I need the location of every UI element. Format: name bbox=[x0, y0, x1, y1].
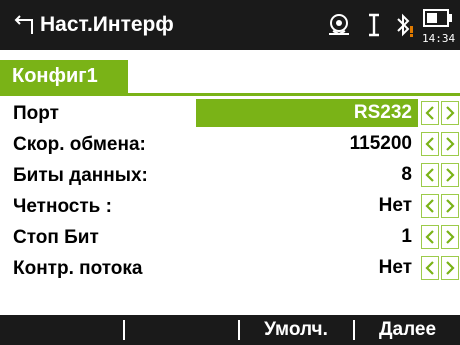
row-value: 115200 bbox=[349, 133, 412, 154]
tab-strip: Конфиг1 bbox=[0, 60, 460, 96]
row-baud-rate[interactable]: Скор. обмена: 115200 bbox=[0, 130, 460, 160]
row-parity[interactable]: Четность : Нет bbox=[0, 192, 460, 222]
prev-value-button[interactable] bbox=[421, 256, 439, 280]
row-label: Биты данных: bbox=[13, 165, 148, 186]
value-field-flow-control[interactable]: Нет bbox=[196, 254, 418, 282]
prev-value-button[interactable] bbox=[421, 132, 439, 156]
value-field-baud-rate[interactable]: 115200 bbox=[196, 130, 418, 158]
row-value: 8 bbox=[401, 164, 412, 185]
row-data-bits[interactable]: Биты данных: 8 bbox=[0, 161, 460, 191]
chevron-right-icon bbox=[446, 137, 455, 151]
row-label: Стоп Бит bbox=[13, 227, 99, 248]
value-field-parity[interactable]: Нет bbox=[196, 192, 418, 220]
row-value: Нет bbox=[378, 195, 412, 216]
chevron-left-icon bbox=[425, 106, 434, 120]
row-value: 1 bbox=[401, 226, 412, 247]
defaults-button[interactable]: Умолч. bbox=[240, 315, 352, 345]
prev-value-button[interactable] bbox=[421, 101, 439, 125]
row-label: Порт bbox=[13, 103, 59, 124]
softkey-f2[interactable] bbox=[125, 315, 237, 345]
row-label: Контр. потока bbox=[13, 258, 143, 279]
chevron-left-icon bbox=[425, 168, 434, 182]
next-value-button[interactable] bbox=[441, 194, 459, 218]
title-bar: Наст.Интерф 14:34 bbox=[0, 0, 460, 50]
gps-icon bbox=[329, 14, 349, 36]
page-title: Наст.Интерф bbox=[40, 13, 174, 36]
clock: 14:34 bbox=[422, 32, 456, 45]
next-value-button[interactable] bbox=[441, 132, 459, 156]
softkey-bar: Умолч. Далее bbox=[0, 315, 460, 345]
value-field-data-bits[interactable]: 8 bbox=[196, 161, 418, 189]
row-stop-bits[interactable]: Стоп Бит 1 bbox=[0, 223, 460, 253]
row-flow-control[interactable]: Контр. потока Нет bbox=[0, 254, 460, 284]
chevron-left-icon bbox=[425, 261, 434, 275]
value-field-stop-bits[interactable]: 1 bbox=[196, 223, 418, 251]
next-value-button[interactable] bbox=[441, 256, 459, 280]
bluetooth-icon bbox=[397, 13, 413, 37]
row-label: Четность : bbox=[13, 196, 112, 217]
softkey-f1[interactable] bbox=[0, 315, 122, 345]
prev-value-button[interactable] bbox=[421, 163, 439, 187]
value-field-port[interactable]: RS232 bbox=[196, 99, 418, 127]
chevron-right-icon bbox=[446, 230, 455, 244]
chevron-right-icon bbox=[446, 168, 455, 182]
prev-value-button[interactable] bbox=[421, 194, 439, 218]
row-port[interactable]: Порт RS232 bbox=[0, 99, 460, 129]
prev-value-button[interactable] bbox=[421, 225, 439, 249]
row-label: Скор. обмена: bbox=[13, 134, 146, 155]
row-value: Нет bbox=[378, 257, 412, 278]
next-value-button[interactable] bbox=[441, 225, 459, 249]
row-value: RS232 bbox=[353, 102, 412, 123]
chevron-left-icon bbox=[425, 137, 434, 151]
next-value-button[interactable] bbox=[441, 101, 459, 125]
chevron-right-icon bbox=[446, 199, 455, 213]
back-arrow-icon[interactable] bbox=[14, 12, 36, 36]
cursor-icon bbox=[369, 13, 379, 37]
next-value-button[interactable] bbox=[441, 163, 459, 187]
chevron-left-icon bbox=[425, 199, 434, 213]
chevron-right-icon bbox=[446, 261, 455, 275]
battery-icon bbox=[423, 9, 452, 27]
chevron-left-icon bbox=[425, 230, 434, 244]
tab-config1[interactable]: Конфиг1 bbox=[0, 60, 128, 93]
chevron-right-icon bbox=[446, 106, 455, 120]
next-button[interactable]: Далее bbox=[355, 315, 460, 345]
